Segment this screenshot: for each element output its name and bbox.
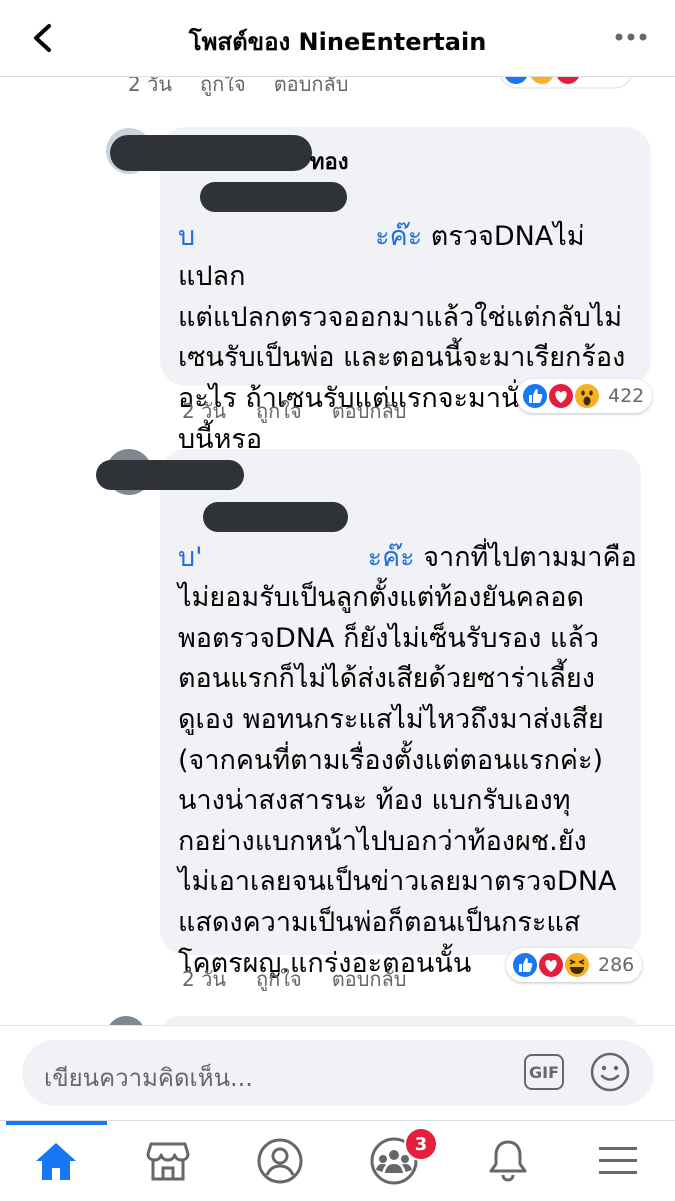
tab-notifications[interactable] bbox=[478, 1135, 538, 1187]
mention[interactable]: บ' bbox=[178, 542, 203, 573]
reactions-summary[interactable]: 422 bbox=[516, 379, 653, 413]
gif-button[interactable]: GIF bbox=[524, 1054, 564, 1090]
reaction-count: 286 bbox=[598, 954, 635, 976]
mention[interactable]: ะค๊ะ bbox=[368, 542, 415, 573]
active-tab-indicator bbox=[6, 1121, 107, 1125]
comment-meta: 2 วัน ถูกใจ ตอบกลับ bbox=[182, 395, 436, 427]
bell-icon bbox=[489, 1140, 527, 1182]
page-title: โพสต์ของ NineEntertain bbox=[188, 28, 487, 56]
reaction-count: 422 bbox=[608, 385, 645, 407]
marketplace-icon bbox=[146, 1142, 190, 1181]
comment-time: 2 วัน bbox=[182, 399, 226, 423]
tab-menu[interactable] bbox=[588, 1135, 648, 1187]
like-link[interactable]: ถูกใจ bbox=[256, 395, 302, 427]
more-horizontal-icon bbox=[615, 33, 647, 41]
redacted-name bbox=[96, 460, 244, 490]
reply-link[interactable]: ตอบกลับ bbox=[332, 963, 407, 995]
emoji-button[interactable] bbox=[588, 1050, 632, 1098]
comment-meta: 2 วัน ถูกใจ ตอบกลับ bbox=[182, 963, 436, 995]
profile-icon bbox=[257, 1138, 303, 1184]
reply-link[interactable]: ตอบกลับ bbox=[332, 395, 407, 427]
menu-icon bbox=[599, 1147, 637, 1174]
wow-icon bbox=[573, 382, 601, 410]
bottom-navigation: 3 bbox=[0, 1120, 675, 1201]
tab-profile[interactable] bbox=[250, 1135, 310, 1187]
redacted-mention bbox=[203, 502, 348, 532]
smiley-icon bbox=[590, 1052, 630, 1092]
haha-icon bbox=[563, 951, 591, 979]
notification-badge: 3 bbox=[404, 1127, 438, 1161]
redacted-name bbox=[110, 135, 312, 171]
mention[interactable]: ะค๊ะ bbox=[375, 221, 422, 252]
tab-marketplace[interactable] bbox=[138, 1135, 198, 1187]
comment-input-placeholder: เขียนความคิดเห็น... bbox=[44, 1064, 253, 1092]
comment-input[interactable]: เขียนความคิดเห็น... GIF bbox=[22, 1040, 654, 1106]
tab-home[interactable] bbox=[26, 1135, 86, 1187]
comment-time: 2 วัน bbox=[182, 967, 226, 991]
top-bar: โพสต์ของ NineEntertain bbox=[0, 0, 675, 77]
reactions-summary[interactable]: 286 bbox=[506, 948, 643, 982]
more-options-button[interactable] bbox=[613, 24, 649, 50]
commenter-name[interactable]: ทอง bbox=[310, 144, 348, 179]
home-icon bbox=[36, 1143, 76, 1180]
mention[interactable]: บ bbox=[178, 221, 195, 252]
comment-composer: เขียนความคิดเห็น... GIF bbox=[0, 1025, 675, 1121]
comment-text-body: ไม่ยอมรับเป็นลูกตั้งแต่ท้องยันคลอด พอตรว… bbox=[178, 582, 617, 979]
comment-text: บ' ะค๊ะ จากที่ไปตามมาคือ ไม่ยอมรับเป็นลูก… bbox=[178, 497, 640, 984]
like-link[interactable]: ถูกใจ bbox=[256, 963, 302, 995]
redacted-mention bbox=[200, 182, 347, 212]
comment-text-first: จากที่ไปตามมาคือ bbox=[414, 541, 637, 573]
